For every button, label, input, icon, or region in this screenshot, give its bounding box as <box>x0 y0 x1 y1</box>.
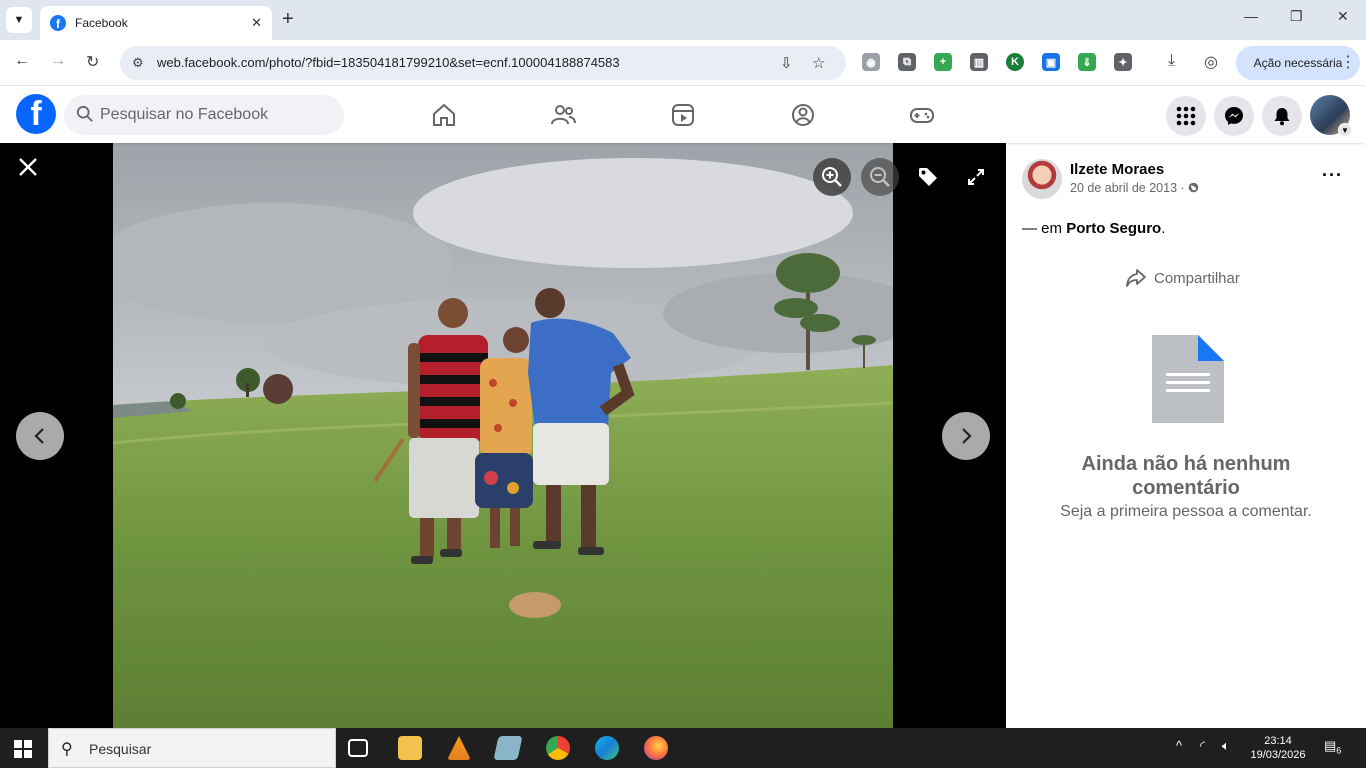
grid-icon <box>1176 106 1196 126</box>
camera-extension-icon[interactable]: ◉ <box>862 53 880 71</box>
save-extension-icon[interactable]: ▣ <box>1042 53 1060 71</box>
clock-date: 19/03/2026 <box>1250 749 1306 761</box>
messenger-button[interactable] <box>1214 96 1254 136</box>
zoom-out-icon <box>870 167 890 187</box>
bell-icon <box>1274 108 1290 126</box>
tab-search-menu-button[interactable]: ▼ <box>6 7 32 33</box>
download-extension-icon[interactable]: ⇓ <box>1078 53 1096 71</box>
clock-time: 23:14 <box>1264 735 1292 747</box>
file-explorer-icon[interactable] <box>398 736 422 760</box>
tab-title: Facebook <box>75 16 128 30</box>
window-close-button[interactable]: ✕ <box>1337 8 1349 25</box>
menu-grid-button[interactable] <box>1166 96 1206 136</box>
facebook-logo-icon[interactable]: f <box>16 94 56 134</box>
post-details-panel: Ilzete Moraes 20 de abril de 2013 · ··· … <box>1006 143 1366 728</box>
browser-toolbar: ← → ↻ ⚙ web.facebook.com/photo/?fbid=183… <box>0 40 1366 86</box>
messenger-icon <box>1225 107 1243 125</box>
edge-icon[interactable] <box>595 736 619 760</box>
browser-tab-strip: ▼ f Facebook ✕ + — ❐ ✕ <box>0 0 1366 40</box>
url-text[interactable]: web.facebook.com/photo/?fbid=18350418179… <box>157 55 620 70</box>
maximize-button[interactable]: ❐ <box>1290 8 1303 25</box>
close-icon[interactable] <box>16 155 40 179</box>
taskbar-search[interactable]: ⚲ Pesquisar <box>48 728 336 768</box>
empty-comments-document-icon <box>1152 335 1224 423</box>
home-icon[interactable] <box>431 102 457 128</box>
taskbar-search-label: Pesquisar <box>89 741 152 757</box>
search-input[interactable] <box>100 95 330 135</box>
chevron-down-icon: ▼ <box>1338 123 1352 137</box>
address-bar[interactable]: ⚙ web.facebook.com/photo/?fbid=183504181… <box>120 46 846 80</box>
k-extension-icon[interactable]: K <box>1006 53 1024 71</box>
more-options-icon[interactable]: ··· <box>1322 165 1343 186</box>
chevron-left-icon <box>34 428 44 444</box>
bookmark-star-icon[interactable]: ☆ <box>812 54 825 72</box>
zoom-in-button[interactable] <box>813 158 851 196</box>
next-photo-button[interactable] <box>942 412 990 460</box>
photo-image <box>113 143 893 728</box>
notification-center-icon[interactable]: ▤6 <box>1324 739 1341 758</box>
copy-extension-icon[interactable]: ⧉ <box>898 53 916 71</box>
install-app-icon[interactable]: ⇩ <box>780 54 793 72</box>
search-icon <box>76 105 93 122</box>
post-location: — em Porto Seguro. <box>1022 220 1166 237</box>
facebook-header: f ▼ <box>0 86 1366 143</box>
reload-button[interactable]: ↻ <box>86 52 99 72</box>
location-link[interactable]: Porto Seguro <box>1066 220 1161 237</box>
extensions-puzzle-icon[interactable]: ✦ <box>1114 53 1132 71</box>
meta-separator: · <box>1180 181 1185 195</box>
plus-extension-icon[interactable]: + <box>934 53 952 71</box>
taskbar-search-icon: ⚲ <box>61 741 73 758</box>
fullscreen-button[interactable] <box>957 158 995 196</box>
site-info-icon[interactable]: ⚙ <box>132 55 144 71</box>
downloads-icon[interactable]: ⤓ <box>1168 52 1175 70</box>
forward-button[interactable]: → <box>50 52 66 70</box>
zoom-out-button[interactable] <box>861 158 899 196</box>
no-comments-subtitle: Seja a primeira pessoa a comentar. <box>1060 503 1312 520</box>
post-date[interactable]: 20 de abril de 2013 <box>1070 181 1177 195</box>
video-icon[interactable] <box>670 102 696 128</box>
browser-tab-facebook[interactable]: f Facebook ✕ <box>40 6 272 40</box>
author-name[interactable]: Ilzete Moraes <box>1070 161 1164 178</box>
profile-icon[interactable]: ◎ <box>1204 52 1218 72</box>
browser-menu-icon[interactable]: ⋮ <box>1340 52 1356 72</box>
notes-app-icon[interactable] <box>493 736 523 760</box>
share-button[interactable]: Compartilhar <box>1126 269 1240 287</box>
groups-icon[interactable] <box>790 102 816 128</box>
zoom-in-icon <box>822 167 842 187</box>
previous-photo-button[interactable] <box>16 412 64 460</box>
tray-expand-icon[interactable]: ^ <box>1176 739 1182 753</box>
facebook-search[interactable] <box>64 95 344 135</box>
network-icon[interactable]: ◜ <box>1200 739 1205 753</box>
author-avatar[interactable] <box>1022 159 1062 199</box>
windows-taskbar: ⚲ Pesquisar ^ ◜ 🔈︎ 23:14 19/03/2026 ▤6 <box>0 728 1366 768</box>
gaming-icon[interactable] <box>909 102 935 128</box>
new-tab-button[interactable]: + <box>282 8 294 31</box>
share-icon <box>1126 269 1146 287</box>
notifications-button[interactable] <box>1262 96 1302 136</box>
tag-button[interactable] <box>909 158 947 196</box>
task-view-icon[interactable] <box>348 739 368 757</box>
system-clock[interactable]: 23:14 19/03/2026 <box>1248 734 1308 762</box>
post-photo <box>113 143 893 728</box>
globe-icon <box>1188 182 1199 193</box>
facebook-favicon-icon: f <box>50 15 66 31</box>
chrome-icon[interactable] <box>546 736 570 760</box>
firefox-icon[interactable] <box>644 736 668 760</box>
post-meta: 20 de abril de 2013 · <box>1070 181 1199 195</box>
minimize-button[interactable]: — <box>1244 8 1258 24</box>
tab-close-icon[interactable]: ✕ <box>251 15 262 31</box>
windows-start-icon[interactable] <box>14 740 32 758</box>
no-comments-title: Ainda não há nenhum comentário <box>1081 453 1291 499</box>
fullscreen-icon <box>968 169 984 185</box>
vlc-icon[interactable] <box>447 736 471 760</box>
back-button[interactable]: ← <box>14 52 30 70</box>
chevron-right-icon <box>962 428 972 444</box>
friends-icon[interactable] <box>550 102 576 128</box>
photo-viewer <box>0 143 1006 728</box>
trash-extension-icon[interactable]: ▥ <box>970 53 988 71</box>
profile-avatar[interactable]: ▼ <box>1310 95 1352 137</box>
tag-icon <box>919 168 937 186</box>
volume-icon[interactable]: 🔈︎ <box>1222 739 1230 753</box>
